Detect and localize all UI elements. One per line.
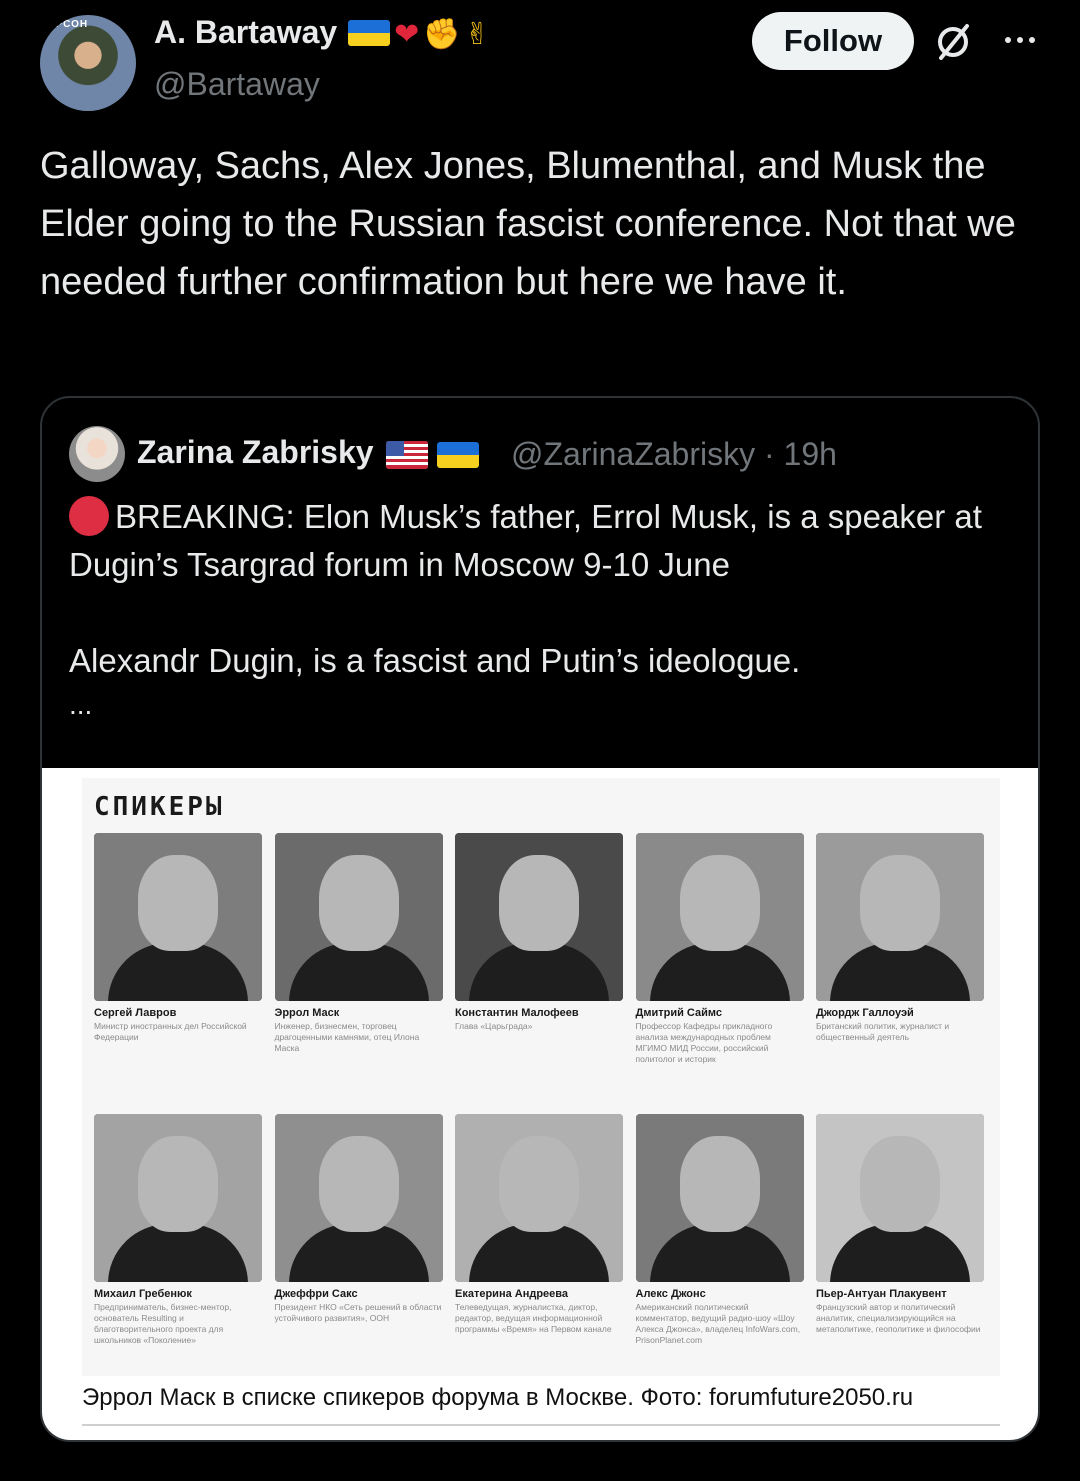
avatar-sign-text: ЕРСОН <box>48 19 89 30</box>
quoted-tweet-header: Zarina Zabrisky @ZarinaZabrisky · 19h <box>69 426 1009 484</box>
show-more-ellipsis[interactable]: ... <box>69 685 1019 725</box>
speaker-photo <box>635 833 804 1001</box>
speakers-heading: СПИКЕРЫ <box>94 792 225 822</box>
speaker-card: Эррол Маск Инженер, бизнесмен, торговец д… <box>274 833 443 1054</box>
speaker-photo <box>94 833 262 1001</box>
ukraine-flag-icon <box>348 19 391 46</box>
quoted-author-avatar[interactable] <box>69 426 125 482</box>
red-circle-icon <box>69 496 109 536</box>
quoted-tweet-image[interactable]: СПИКЕРЫ Сергей Лавров Министр иностранных… <box>42 768 1038 1440</box>
speaker-card: Пьер-Антуан Плакувент Французский автор и… <box>816 1114 984 1335</box>
speaker-role: Телеведущая, журналистка, диктор, редакт… <box>455 1302 612 1334</box>
speaker-role: Глава «Царьграда» <box>455 1021 533 1031</box>
us-flag-icon <box>386 440 429 469</box>
quoted-author-name[interactable]: Zarina Zabrisky <box>137 434 480 471</box>
speaker-card: Алекс Джонс Американский политический ком… <box>635 1114 804 1346</box>
author-name[interactable]: A. Bartaway ❤ ✊ ✌ <box>154 14 490 51</box>
speaker-name: Алекс Джонс <box>635 1288 706 1300</box>
speaker-name: Пьер-Антуан Плакувент <box>816 1288 947 1300</box>
speaker-role: Американский политический комментатор, в… <box>635 1302 801 1345</box>
speaker-name: Екатерина Андреева <box>455 1288 569 1300</box>
red-heart-icon: ❤ <box>394 17 420 51</box>
author-avatar[interactable]: ЕРСОН <box>40 15 136 111</box>
breaking-line: BREAKING: Elon Musk’s father, Errol Musk… <box>69 493 1019 589</box>
speaker-role: Министр иностранных дел Российской Федер… <box>94 1021 247 1042</box>
speaker-name: Эррол Маск <box>274 1007 340 1019</box>
speaker-name: Джеффри Сакс <box>274 1288 358 1300</box>
quoted-tweet-text: BREAKING: Elon Musk’s father, Errol Musk… <box>69 493 1019 725</box>
grok-icon[interactable] <box>933 22 973 62</box>
speaker-name: Михаил Гребенюк <box>94 1288 192 1300</box>
speaker-photo <box>635 1114 804 1282</box>
speaker-photo <box>455 1114 623 1282</box>
speaker-card: Екатерина Андреева Телеведущая, журналист… <box>455 1114 623 1335</box>
speaker-card: Константин Малофеев Глава «Царьграда» <box>455 833 623 1032</box>
speaker-photo <box>455 833 623 1001</box>
tweet-header: ЕРСОН A. Bartaway ❤ ✊ ✌ @Bartaway Follow <box>40 10 1050 111</box>
quoted-author-name-text: Zarina Zabrisky <box>137 434 374 470</box>
author-handle[interactable]: @Bartaway <box>154 66 320 103</box>
author-name-text: A. Bartaway <box>154 14 338 50</box>
speaker-name: Сергей Лавров <box>94 1007 177 1019</box>
caption-divider <box>82 1424 1000 1426</box>
speaker-role: Французский автор и политический аналити… <box>816 1302 981 1334</box>
quoted-handle-and-time[interactable]: @ZarinaZabrisky · 19h <box>511 436 837 473</box>
speaker-role: Инженер, бизнесмен, торговец драгоценным… <box>274 1021 420 1053</box>
speaker-role: Британский политик, журналист и обществе… <box>816 1021 950 1042</box>
ukraine-flag-icon <box>437 441 480 468</box>
speaker-photo <box>274 833 443 1001</box>
speaker-card: Джордж Галлоуэй Британский политик, журна… <box>816 833 984 1043</box>
speakers-panel: СПИКЕРЫ Сергей Лавров Министр иностранных… <box>82 778 1000 1376</box>
raised-fist-icon: ✊ <box>423 17 461 51</box>
speaker-photo <box>94 1114 262 1282</box>
dugin-line: Alexandr Dugin, is a fascist and Putin’s… <box>69 642 801 679</box>
speaker-role: Профессор Кафедры прикладного анализа ме… <box>635 1021 773 1064</box>
speaker-photo <box>816 833 984 1001</box>
breaking-text: BREAKING: Elon Musk’s father, Errol Musk… <box>69 498 982 583</box>
speaker-name: Дмитрий Саймс <box>635 1007 723 1019</box>
more-options-icon[interactable] <box>1000 30 1040 50</box>
tweet-text: Galloway, Sachs, Alex Jones, Blumenthal,… <box>40 145 1016 303</box>
victory-hand-icon: ✌ <box>464 17 490 51</box>
speaker-card: Сергей Лавров Министр иностранных дел Рос… <box>94 833 262 1043</box>
speaker-card: Джеффри Сакс Президент НКО «Сеть решений … <box>274 1114 443 1324</box>
speaker-role: Президент НКО «Сеть решений в области ус… <box>274 1302 442 1323</box>
speaker-photo <box>274 1114 443 1282</box>
speaker-name: Константин Малофеев <box>455 1007 579 1019</box>
speaker-role: Предприниматель, бизнес-ментор, основате… <box>94 1302 232 1345</box>
speaker-name: Джордж Галлоуэй <box>816 1007 914 1019</box>
author-name-emojis: ❤ ✊ ✌ <box>348 17 490 51</box>
speaker-card: Михаил Гребенюк Предприниматель, бизнес-м… <box>94 1114 262 1346</box>
quoted-tweet[interactable]: Zarina Zabrisky @ZarinaZabrisky · 19h BR… <box>40 396 1040 1442</box>
speaker-photo <box>816 1114 984 1282</box>
image-caption: Эррол Маск в списке спикеров форума в Мо… <box>82 1384 914 1411</box>
follow-button[interactable]: Follow <box>752 12 914 70</box>
speaker-card: Дмитрий Саймс Профессор Кафедры прикладно… <box>635 833 804 1065</box>
